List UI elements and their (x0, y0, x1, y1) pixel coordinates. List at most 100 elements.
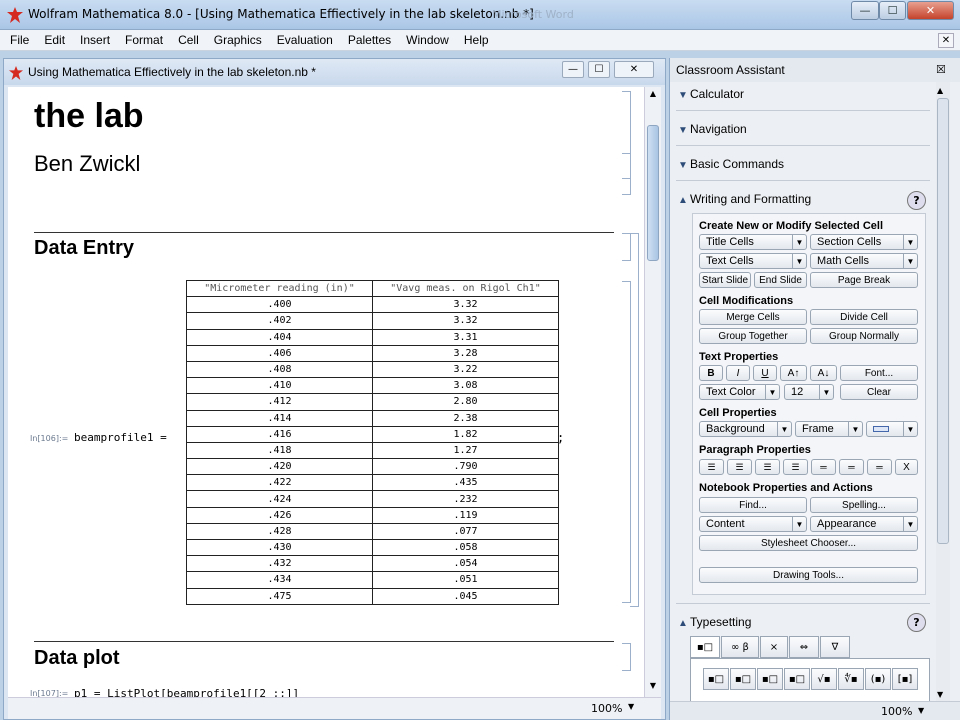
typesetting-tab-arrows[interactable]: ⇔ (789, 636, 819, 658)
font-button[interactable]: Font... (840, 365, 918, 381)
scroll-down-icon[interactable]: ▼ (937, 690, 943, 699)
micrometer-reading-cell[interactable]: .432 (186, 555, 373, 573)
menu-insert[interactable]: Insert (80, 33, 110, 47)
micrometer-reading-cell[interactable]: .412 (186, 393, 373, 411)
micrometer-reading-cell[interactable]: .408 (186, 360, 373, 379)
appearance-dropdown[interactable]: Appearance ▼ (810, 516, 918, 532)
fraction-button[interactable]: ▪□ (784, 668, 810, 690)
menu-format[interactable]: Format (125, 33, 163, 47)
underline-button[interactable]: U (753, 365, 777, 381)
divide-cell-button[interactable]: Divide Cell (810, 309, 918, 325)
cell-group-bracket[interactable] (630, 233, 639, 607)
start-slide-button[interactable]: Start Slide (699, 272, 751, 288)
stylesheet-chooser-button[interactable]: Stylesheet Chooser... (699, 535, 918, 551)
micrometer-reading-cell[interactable]: .418 (186, 441, 373, 460)
section-navigation[interactable]: ▼ Navigation (678, 122, 747, 136)
micrometer-reading-cell[interactable]: .416 (186, 425, 373, 443)
vavg-cell[interactable]: 3.31 (372, 328, 559, 346)
palette-zoom-level[interactable]: 100% (881, 705, 912, 718)
clear-paragraph-button[interactable]: X (895, 459, 918, 475)
micrometer-reading-cell[interactable]: .404 (186, 328, 373, 346)
notebook-restore-button[interactable]: ☐ (588, 61, 610, 78)
vavg-cell[interactable]: .119 (372, 506, 559, 524)
typesetting-tab-layout[interactable]: ▪□ (690, 636, 720, 658)
section-cells-dropdown[interactable]: Section Cells ▼ (810, 234, 918, 250)
menu-help[interactable]: Help (464, 33, 489, 47)
menu-evaluation[interactable]: Evaluation (277, 33, 333, 47)
spacing-icon[interactable]: ═ (867, 459, 892, 475)
minimize-button[interactable]: — (851, 1, 879, 20)
micrometer-reading-cell[interactable]: .402 (186, 312, 373, 330)
micrometer-reading-cell[interactable]: .420 (186, 458, 373, 476)
cell-bracket[interactable] (622, 643, 631, 671)
superscript-button[interactable]: ▪□ (703, 668, 729, 690)
notebook-content[interactable]: the lab Ben Zwickl Data Entry In[106]:= … (8, 87, 644, 697)
notebook-author[interactable]: Ben Zwickl (34, 151, 140, 177)
indent-icon[interactable]: ═ (811, 459, 836, 475)
vavg-cell[interactable]: .051 (372, 571, 559, 589)
vavg-cell[interactable]: .054 (372, 555, 559, 573)
frame-style-dropdown[interactable]: ▼ (866, 421, 918, 437)
menu-cell[interactable]: Cell (178, 33, 199, 47)
align-right-icon[interactable]: ☰ (755, 459, 780, 475)
parentheses-button[interactable]: (▪) (865, 668, 891, 690)
scroll-down-icon[interactable]: ▼ (647, 681, 659, 693)
background-dropdown[interactable]: Background ▼ (699, 421, 792, 437)
math-cells-dropdown[interactable]: Math Cells ▼ (810, 253, 918, 269)
vavg-cell[interactable]: 3.28 (372, 344, 559, 362)
palette-close-icon[interactable]: ☒ (936, 63, 946, 76)
zoom-dropdown-icon[interactable]: ▼ (628, 702, 634, 711)
plot-input-code[interactable]: p1 = ListPlot[beamprofile1[[2 ;;]] (74, 687, 299, 697)
typesetting-tab-symbols[interactable]: ∞ β (721, 636, 759, 658)
section-calculator[interactable]: ▼ Calculator (678, 87, 744, 101)
content-dropdown[interactable]: Content ▼ (699, 516, 807, 532)
title-cells-dropdown[interactable]: Title Cells ▼ (699, 234, 807, 250)
micrometer-reading-cell[interactable]: .400 (186, 296, 373, 314)
end-slide-button[interactable]: End Slide (754, 272, 807, 288)
vavg-cell[interactable]: 3.08 (372, 377, 559, 395)
notebook-document-title[interactable]: the lab (34, 97, 144, 136)
text-color-dropdown[interactable]: Text Color ▼ (699, 384, 780, 400)
find-button[interactable]: Find... (699, 497, 807, 513)
vavg-cell[interactable]: 2.38 (372, 409, 559, 427)
clear-button[interactable]: Clear (840, 384, 918, 400)
section-basic-commands[interactable]: ▼ Basic Commands (678, 157, 784, 171)
spelling-button[interactable]: Spelling... (810, 497, 918, 513)
increase-font-button[interactable]: A↑ (780, 365, 807, 381)
vavg-cell[interactable]: .435 (372, 474, 559, 492)
brackets-button[interactable]: [▪] (892, 668, 918, 690)
vavg-cell[interactable]: .232 (372, 490, 559, 508)
notebook-minimize-button[interactable]: — (562, 61, 584, 78)
text-cells-dropdown[interactable]: Text Cells ▼ (699, 253, 807, 269)
vavg-cell[interactable]: .045 (372, 587, 559, 605)
micrometer-reading-cell[interactable]: .414 (186, 409, 373, 427)
drawing-tools-button[interactable]: Drawing Tools... (699, 567, 918, 583)
nth-root-button[interactable]: ∜▪ (838, 668, 864, 690)
input-code[interactable]: beamprofile1 = (74, 431, 167, 444)
vavg-cell[interactable]: 3.22 (372, 360, 559, 379)
scroll-thumb[interactable] (647, 125, 659, 261)
vavg-cell[interactable]: .790 (372, 458, 559, 476)
menu-window[interactable]: Window (406, 33, 449, 47)
group-normally-button[interactable]: Group Normally (810, 328, 918, 344)
vavg-cell[interactable]: 2.80 (372, 393, 559, 411)
cell-bracket[interactable] (622, 153, 631, 179)
section-heading-data-entry[interactable]: Data Entry (34, 237, 134, 260)
menu-edit[interactable]: Edit (44, 33, 65, 47)
close-button[interactable]: ✕ (907, 1, 954, 20)
zoom-dropdown-icon[interactable]: ▼ (918, 706, 924, 715)
micrometer-reading-cell[interactable]: .410 (186, 377, 373, 395)
align-left-icon[interactable]: ☰ (699, 459, 724, 475)
mdi-close-icon[interactable]: ✕ (938, 33, 954, 48)
vavg-cell[interactable]: .058 (372, 538, 559, 557)
micrometer-reading-cell[interactable]: .434 (186, 571, 373, 589)
micrometer-reading-cell[interactable]: .424 (186, 490, 373, 508)
bold-button[interactable]: B (699, 365, 723, 381)
italic-button[interactable]: I (726, 365, 750, 381)
zoom-level[interactable]: 100% (591, 702, 622, 715)
vavg-cell[interactable]: 1.82 (372, 425, 559, 443)
section-heading-data-plot[interactable]: Data plot (34, 647, 120, 670)
decrease-font-button[interactable]: A↓ (810, 365, 837, 381)
scroll-thumb[interactable] (937, 98, 949, 544)
vavg-cell[interactable]: 3.32 (372, 296, 559, 314)
